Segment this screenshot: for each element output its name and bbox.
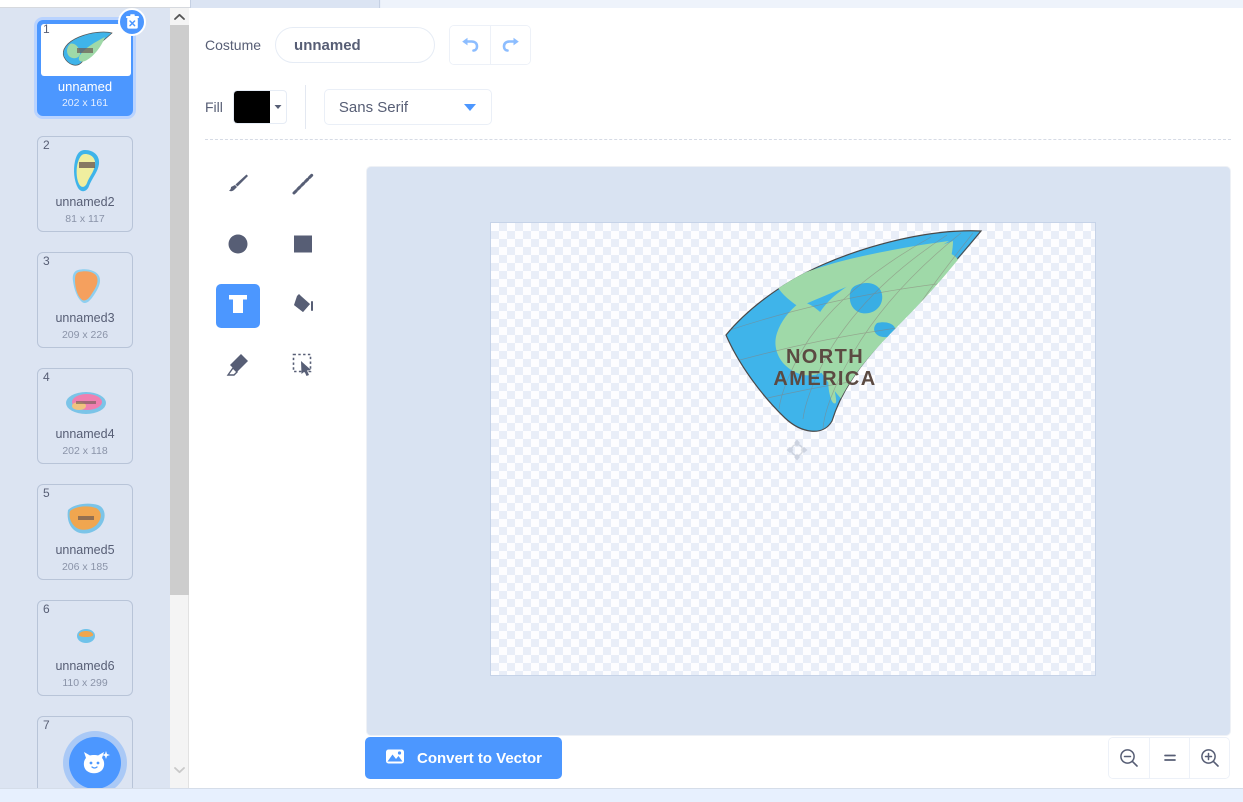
tool-select-button[interactable] [281,344,325,388]
font-select[interactable]: Sans Serif [323,89,492,125]
fill-color-swatch [233,91,270,123]
tool-cell-fill [270,280,335,340]
south-america-map-thumb [38,149,134,193]
zoom-controls [1108,737,1230,779]
tab-active[interactable] [190,0,380,8]
chevron-down-icon [463,99,477,116]
undo-redo-group [449,25,532,65]
costume-name: unnamed [57,79,113,94]
costume-size: 202 x 118 [62,445,108,457]
convert-to-vector-label: Convert to Vector [417,749,543,767]
fill-label: Fill [205,99,223,115]
north-america-map-thumb [38,27,134,73]
image-icon [385,748,405,769]
toolbar-bottom-divider [205,139,1231,140]
costume-list-item-1[interactable]: 1 unnamed 202 x 161 [37,8,146,116]
undo-button[interactable] [450,26,491,64]
tool-palette [205,160,335,400]
costume-list: 1 unnamed 202 x 161 2 unnamed2 81 x 117 3 unnam… [0,8,170,788]
costume-size: 110 x 299 [62,677,108,689]
costume-name-input[interactable] [275,27,436,63]
costume-size: 202 x 161 [61,97,109,109]
costume-name: unnamed4 [55,427,115,441]
tool-cell-eraser [205,340,270,400]
eraser-icon [225,351,251,382]
canvas-artwork-north-america-map[interactable]: NORTH AMERICA [681,223,991,448]
select-icon [290,351,316,382]
font-select-value: Sans Serif [338,98,409,116]
tool-eraser-button[interactable] [216,344,260,388]
fill-color-button[interactable] [232,90,287,124]
artwork-label-america: AMERICA [773,368,876,390]
canvas-checkerboard[interactable]: NORTH AMERICA [491,223,1095,675]
bottom-status-strip [0,788,1243,802]
costume-size: 81 x 117 [65,213,105,225]
costume-name: unnamed6 [55,659,115,673]
tool-cell-brush [205,160,270,220]
add-costume-button[interactable] [69,737,121,788]
costume-list-item-6[interactable]: 6 unnamed6 110 x 299 [37,600,133,696]
costume-list-item-4[interactable]: 4 unnamed4 202 x 118 [37,368,133,464]
costume-size: 206 x 185 [61,561,109,573]
caret-down-icon [270,104,286,110]
tool-cell-select [270,340,335,400]
zoom-in-button[interactable] [1189,738,1229,778]
tool-cell-rectangle [270,220,335,280]
paint-editor: Costume Fill [189,8,1243,788]
zoom-out-button[interactable] [1109,738,1149,778]
tool-text-button[interactable] [215,284,260,328]
asia-map-thumb [38,497,134,541]
tab-strip-filler [381,0,1243,8]
redo-button[interactable] [490,26,531,64]
europe-map-thumb [38,381,134,425]
tool-brush-button[interactable] [216,164,260,208]
oceania-map-thumb [38,613,134,657]
style-row: Fill Sans Serif [205,84,492,130]
tool-cell-line [270,160,335,220]
costume-name-row: Costume [205,20,532,70]
convert-to-vector-button[interactable]: Convert to Vector [365,737,563,779]
africa-map-thumb [38,265,134,309]
text-icon [225,291,251,322]
artwork-label-north: NORTH [786,346,864,368]
chevron-up-icon[interactable] [170,8,189,25]
costume-list-item-5[interactable]: 5 unnamed5 206 x 185 [37,484,133,580]
tool-fill-button[interactable] [281,284,325,328]
costume-name: unnamed3 [55,311,115,325]
costume-list-item-3[interactable]: 3 unnamed3 209 x 226 [37,252,133,348]
costume-list-sidebar[interactable]: 1 unnamed 202 x 161 2 unnamed2 81 x 117 3 unnam… [0,8,170,788]
line-icon [290,171,316,202]
tool-line-button[interactable] [281,164,325,208]
tab-strip [0,0,1243,8]
tool-circle-button[interactable] [216,224,260,268]
tool-cell-circle [205,220,270,280]
costume-list-item-2[interactable]: 2 unnamed2 81 x 117 [37,136,133,232]
fill-bucket-icon [290,291,316,322]
paint-editor-window: 1 unnamed 202 x 161 2 unnamed2 81 x 117 3 unnam… [0,0,1243,802]
costume-index: 1 [43,22,50,36]
costume-label: Costume [205,37,262,53]
toolbar-divider [304,85,306,129]
costume-name: unnamed2 [55,195,115,209]
trash-icon [125,14,139,29]
rectangle-icon [290,231,316,262]
zoom-reset-button[interactable] [1149,738,1189,778]
canvas-stage-panel[interactable]: NORTH AMERICA [366,166,1231,736]
costume-size: 209 x 226 [61,329,109,341]
sidebar-scrollbar-thumb[interactable] [170,25,189,595]
center-crosshair-icon [785,438,809,462]
tool-rectangle-button[interactable] [281,224,325,268]
tool-cell-text [205,280,270,340]
chevron-down-icon[interactable] [170,760,189,780]
tab-costumes[interactable] [0,0,190,8]
brush-icon [225,171,251,202]
delete-costume-badge[interactable] [118,8,146,36]
cat-add-icon [83,751,110,774]
circle-icon [225,231,251,262]
costume-name: unnamed5 [55,543,115,557]
